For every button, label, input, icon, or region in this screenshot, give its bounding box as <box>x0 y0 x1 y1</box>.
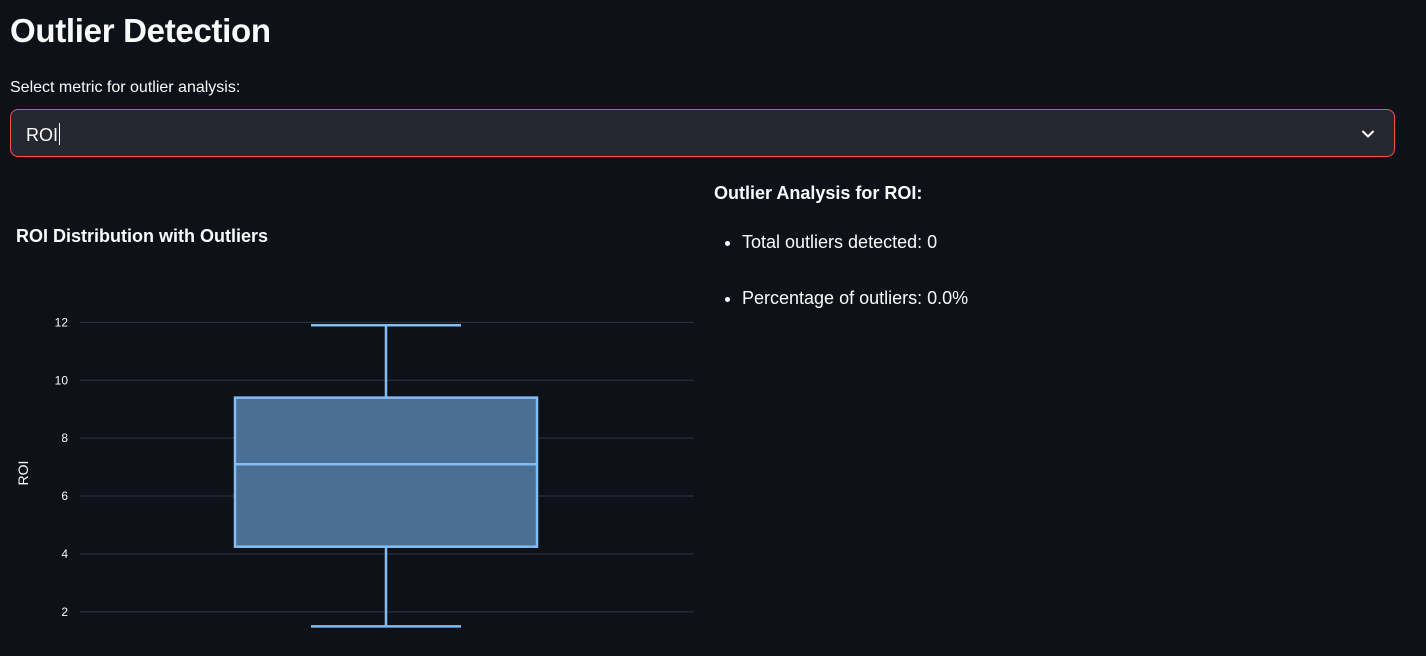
y-tick-label: 4 <box>61 547 68 561</box>
chart-y-ticks: 2 4 6 8 10 12 <box>55 315 69 618</box>
chart-svg: ROI Distribution with Outliers ROI 2 4 6 8 1… <box>15 226 694 628</box>
chart-y-axis-label: ROI <box>15 461 31 486</box>
metric-select-value[interactable]: ROI <box>26 123 61 146</box>
chart-box-group <box>233 324 539 628</box>
analysis-item-total-outliers: Total outliers detected: 0 <box>742 230 1394 254</box>
y-tick-label: 6 <box>61 489 68 503</box>
chevron-down-icon[interactable] <box>1360 126 1376 142</box>
iqr-box <box>233 396 539 548</box>
metric-select[interactable]: ROI <box>10 109 1395 157</box>
y-tick-label: 10 <box>55 373 69 387</box>
page: Outlier Detection Select metric for outl… <box>0 0 1426 656</box>
y-tick-label: 12 <box>55 315 69 329</box>
roi-box-plot: ROI Distribution with Outliers ROI 2 4 6 8 1… <box>0 215 700 656</box>
chart-title: ROI Distribution with Outliers <box>16 226 268 246</box>
outlier-analysis: Outlier Analysis for ROI: Total outliers… <box>714 183 1394 342</box>
analysis-list: Total outliers detected: 0 Percentage of… <box>714 230 1394 310</box>
metric-select-value-text: ROI <box>26 125 59 145</box>
metric-select-label: Select metric for outlier analysis: <box>10 79 241 96</box>
text-cursor <box>59 123 61 145</box>
page-title: Outlier Detection <box>10 12 271 49</box>
y-tick-label: 8 <box>61 431 68 445</box>
analysis-item-percentage-outliers: Percentage of outliers: 0.0% <box>742 286 1394 310</box>
analysis-title: Outlier Analysis for ROI: <box>714 183 923 203</box>
y-tick-label: 2 <box>61 605 68 619</box>
